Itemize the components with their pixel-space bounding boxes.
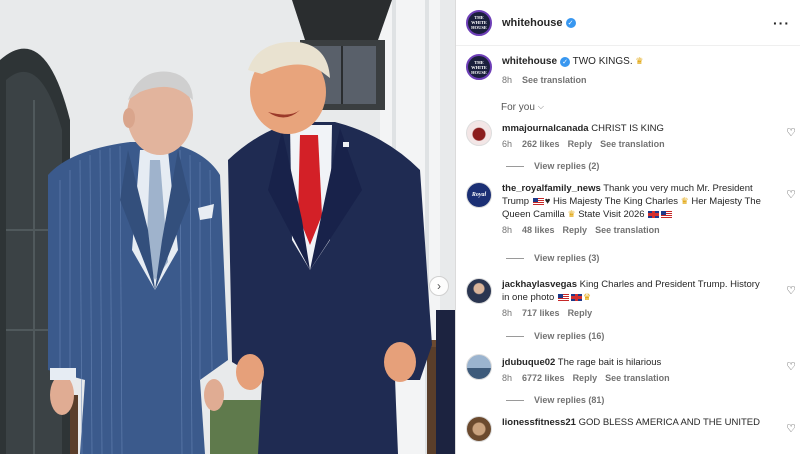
comment-time: 8h <box>502 308 513 319</box>
caption-text: whitehouse ✓ TWO KINGS. ♛ <box>502 56 643 67</box>
avatar[interactable]: Royal <box>466 182 492 208</box>
verified-icon: ✓ <box>560 56 571 67</box>
comment-filter-dropdown[interactable]: For you ⌵ <box>456 98 800 116</box>
like-count[interactable]: 717 likes <box>522 308 560 318</box>
filter-label: For you <box>501 101 535 113</box>
uk-flag-icon <box>648 211 660 219</box>
heart-emoji-icon: ♥ <box>544 196 551 208</box>
comment-time: 8h <box>502 373 513 383</box>
comment: jdubuque02 The rage bait is hilarious 8h… <box>456 354 800 388</box>
avatar-text: THE WHITE HOUSE <box>471 15 487 30</box>
comment-username[interactable]: mmajournalcanada <box>502 123 589 134</box>
see-translation-link[interactable]: See translation <box>595 225 660 235</box>
caption-content: TWO KINGS. <box>572 56 633 68</box>
uk-flag-icon <box>570 294 582 301</box>
see-translation-link[interactable]: See translation <box>600 139 665 149</box>
comment-username[interactable]: jackhaylasvegas <box>502 279 577 290</box>
comments-panel: THE WHITE HOUSE whitehouse ✓ ··· THE WHI… <box>455 0 800 454</box>
comment-content: GOD BLESS AMERICA AND THE UNITED <box>578 417 760 428</box>
comment-meta: 8h 48 likes Reply See translation <box>502 225 768 235</box>
reply-button[interactable]: Reply <box>563 225 588 235</box>
comment-text: mmajournalcanada CHRIST IS KING <box>502 120 665 135</box>
comment-content: State Visit 2026 <box>578 209 645 221</box>
comment-content: The rage bait is hilarious <box>557 357 662 368</box>
comment-time: 6h <box>502 139 513 149</box>
comment-text: jackhaylasvegas King Charles and Preside… <box>502 278 768 304</box>
like-count[interactable]: 48 likes <box>522 225 555 235</box>
comment-meta: 6h 262 likes Reply See translation <box>502 139 665 149</box>
comment: Royal the_royalfamily_news Thank you ver… <box>456 182 800 246</box>
post-username[interactable]: whitehouse <box>502 17 563 29</box>
post-photo: › <box>0 0 455 454</box>
avatar[interactable] <box>466 416 492 442</box>
heart-icon[interactable]: ♡ <box>786 188 796 201</box>
see-translation-link[interactable]: See translation <box>605 373 670 383</box>
next-photo-button[interactable]: › <box>429 276 449 296</box>
caption-meta: 8h See translation <box>502 75 643 85</box>
avatar[interactable]: THE WHITE HOUSE <box>466 54 492 80</box>
heart-icon[interactable]: ♡ <box>786 422 796 435</box>
chevron-right-icon: › <box>437 279 441 293</box>
like-count[interactable]: 6772 likes <box>522 373 565 383</box>
comment: mmajournalcanada CHRIST IS KING 6h 262 li… <box>456 120 800 154</box>
more-options-icon[interactable]: ··· <box>773 15 790 31</box>
comment: jackhaylasvegas King Charles and Preside… <box>456 278 800 324</box>
view-replies-label: View replies (2) <box>534 161 600 171</box>
comment-text: the_royalfamily_news Thank you very much… <box>502 182 768 221</box>
comment-content: CHRIST IS KING <box>591 123 664 134</box>
heart-icon[interactable]: ♡ <box>786 126 796 139</box>
comment: lionessfitness21 GOD BLESS AMERICA AND T… <box>456 416 800 446</box>
view-replies-button[interactable]: View replies (81) <box>506 388 800 412</box>
heart-icon[interactable]: ♡ <box>786 284 796 297</box>
avatar-text: Royal <box>471 192 487 198</box>
post-header: THE WHITE HOUSE whitehouse ✓ ··· <box>456 0 800 46</box>
us-flag-icon <box>661 211 673 219</box>
crown-icon: ♛ <box>567 209 576 220</box>
avatar[interactable]: THE WHITE HOUSE <box>466 9 492 36</box>
reply-button[interactable]: Reply <box>568 308 593 318</box>
post-image <box>0 0 455 454</box>
comment-time: 8h <box>502 225 513 236</box>
view-replies-label: View replies (3) <box>534 253 600 263</box>
view-replies-button[interactable]: View replies (2) <box>506 154 800 178</box>
comment-username[interactable]: the_royalfamily_news <box>502 183 601 194</box>
avatar[interactable] <box>466 278 492 304</box>
view-replies-button[interactable]: View replies (16) <box>506 324 800 348</box>
reply-button[interactable]: Reply <box>568 139 593 149</box>
view-replies-label: View replies (81) <box>534 395 605 405</box>
comment-meta: 8h 717 likes Reply <box>502 308 768 318</box>
see-translation-link[interactable]: See translation <box>522 75 587 85</box>
us-flag-icon <box>532 198 544 205</box>
comment-username[interactable]: lionessfitness21 <box>502 417 576 428</box>
chevron-down-icon: ⌵ <box>537 102 544 111</box>
crown-icon: ♛ <box>635 56 644 66</box>
comment-content: His Majesty The King Charles <box>553 196 678 208</box>
verified-icon: ✓ <box>565 17 576 28</box>
avatar[interactable] <box>466 120 492 146</box>
comment-text: jdubuque02 The rage bait is hilarious <box>502 354 670 369</box>
caption-username[interactable]: whitehouse <box>502 56 557 67</box>
view-replies-label: View replies (16) <box>534 331 605 341</box>
post-time: 8h <box>502 75 513 86</box>
crown-icon: ♛ <box>680 196 689 206</box>
like-count[interactable]: 262 likes <box>522 139 560 149</box>
us-flag-icon <box>557 294 569 301</box>
comment-meta: 8h 6772 likes Reply See translation <box>502 373 670 383</box>
heart-icon[interactable]: ♡ <box>786 360 796 373</box>
crown-icon: ♛ <box>582 292 592 302</box>
reply-button[interactable]: Reply <box>573 373 598 383</box>
avatar-text: THE WHITE HOUSE <box>471 59 487 75</box>
comment-text: lionessfitness21 GOD BLESS AMERICA AND T… <box>502 416 760 429</box>
comment-username[interactable]: jdubuque02 <box>502 357 555 368</box>
avatar[interactable] <box>466 354 492 380</box>
post-caption: THE WHITE HOUSE whitehouse ✓ TWO KINGS. ♛… <box>456 46 800 98</box>
view-replies-button[interactable]: View replies (3) <box>506 246 800 270</box>
